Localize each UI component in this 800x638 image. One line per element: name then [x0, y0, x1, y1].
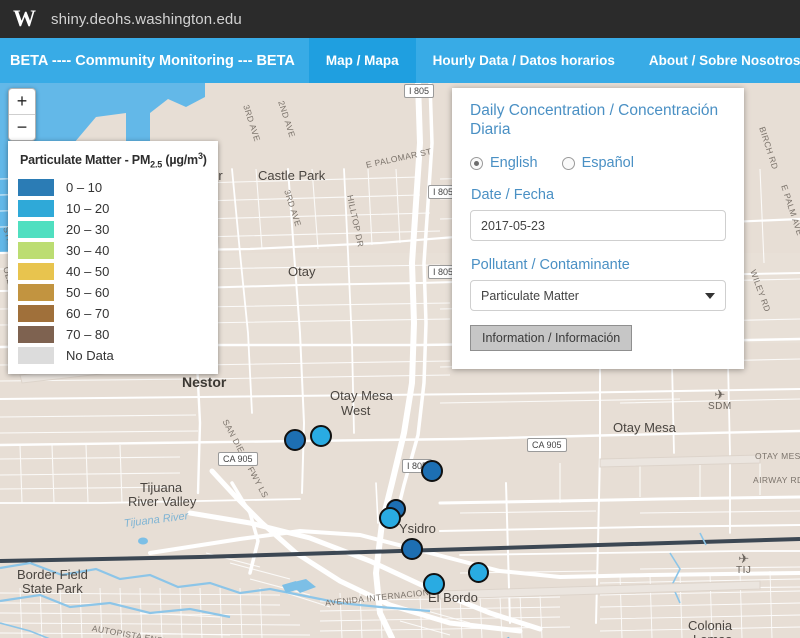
- legend-title-main: Particulate Matter - PM: [20, 153, 150, 167]
- map-marker[interactable]: [284, 429, 306, 451]
- information-button[interactable]: Information / Información: [470, 325, 632, 351]
- zoom-control[interactable]: + −: [8, 88, 36, 141]
- legend-label: 10 – 20: [66, 201, 109, 216]
- uw-logo-icon: W: [11, 7, 37, 31]
- legend-label: 20 – 30: [66, 222, 109, 237]
- legend-swatch: [18, 284, 54, 301]
- map-marker[interactable]: [423, 573, 445, 595]
- legend-swatch: [18, 347, 54, 364]
- legend-label: 40 – 50: [66, 264, 109, 279]
- radio-espanol-label: Español: [582, 155, 634, 171]
- map-marker[interactable]: [401, 538, 423, 560]
- zoom-in-button[interactable]: +: [9, 89, 35, 114]
- legend-swatch: [18, 326, 54, 343]
- legend-label: 60 – 70: [66, 306, 109, 321]
- language-radio-group: English Español: [470, 155, 726, 171]
- radio-english[interactable]: English: [470, 155, 538, 171]
- tab-hourly-data[interactable]: Hourly Data / Datos horarios: [416, 38, 632, 83]
- legend-item: No Data: [18, 345, 208, 366]
- legend-swatch: [18, 221, 54, 238]
- legend-title: Particulate Matter - PM2.5 (µg/m3): [20, 151, 208, 170]
- radio-english-label: English: [490, 155, 538, 171]
- navbar-brand[interactable]: BETA ---- Community Monitoring --- BETA: [0, 38, 309, 83]
- legend-swatch: [18, 305, 54, 322]
- legend-item: 30 – 40: [18, 240, 208, 261]
- map-legend: Particulate Matter - PM2.5 (µg/m3) 0 – 1…: [8, 141, 218, 374]
- legend-label: 0 – 10: [66, 180, 102, 195]
- pollutant-select[interactable]: Particulate Matter: [470, 280, 726, 311]
- pollutant-label: Pollutant / Contaminante: [471, 257, 726, 273]
- legend-item: 70 – 80: [18, 324, 208, 345]
- browser-bar: W shiny.deohs.washington.edu: [0, 0, 800, 38]
- radio-espanol-dot[interactable]: [562, 157, 575, 170]
- legend-swatch: [18, 242, 54, 259]
- legend-item: 40 – 50: [18, 261, 208, 282]
- legend-units-pre: (µg/m: [162, 153, 198, 167]
- legend-item: 20 – 30: [18, 219, 208, 240]
- chevron-down-icon[interactable]: [705, 293, 715, 299]
- legend-label: 50 – 60: [66, 285, 109, 300]
- zoom-out-button[interactable]: −: [9, 114, 35, 140]
- date-input[interactable]: [470, 210, 726, 241]
- legend-swatch: [18, 179, 54, 196]
- legend-swatch: [18, 263, 54, 280]
- date-label: Date / Fecha: [471, 187, 726, 203]
- legend-swatch: [18, 200, 54, 217]
- map-marker[interactable]: [421, 460, 443, 482]
- legend-units-post: ): [203, 153, 207, 167]
- app-root: W shiny.deohs.washington.edu BETA ---- C…: [0, 0, 800, 638]
- legend-item: 10 – 20: [18, 198, 208, 219]
- app-navbar: BETA ---- Community Monitoring --- BETA …: [0, 38, 800, 83]
- tab-map[interactable]: Map / Mapa: [309, 38, 416, 83]
- legend-title-sub: 2.5: [150, 160, 162, 170]
- panel-title: Daily Concentration / Concentración Diar…: [470, 101, 726, 139]
- map-marker[interactable]: [468, 562, 489, 583]
- legend-item: 50 – 60: [18, 282, 208, 303]
- tab-about[interactable]: About / Sobre Nosotros: [632, 38, 800, 83]
- legend-label: 70 – 80: [66, 327, 109, 342]
- legend-item: 0 – 10: [18, 177, 208, 198]
- radio-espanol[interactable]: Español: [562, 155, 634, 171]
- map-marker[interactable]: [310, 425, 332, 447]
- pollutant-select-wrap[interactable]: Particulate Matter: [470, 280, 726, 311]
- control-panel: Daily Concentration / Concentración Diar…: [452, 88, 744, 369]
- map-canvas[interactable]: + − Particulate Matter - PM2.5 (µg/m3) 0…: [0, 83, 800, 638]
- radio-english-dot[interactable]: [470, 157, 483, 170]
- legend-rows: 0 – 10 10 – 20 20 – 30 30 – 40 40 – 50 50 – 6…: [18, 177, 208, 366]
- url-text[interactable]: shiny.deohs.washington.edu: [51, 11, 242, 28]
- legend-label: 30 – 40: [66, 243, 109, 258]
- map-marker[interactable]: [379, 507, 401, 529]
- legend-item: 60 – 70: [18, 303, 208, 324]
- legend-label: No Data: [66, 348, 114, 363]
- panel-spacer: [470, 241, 726, 257]
